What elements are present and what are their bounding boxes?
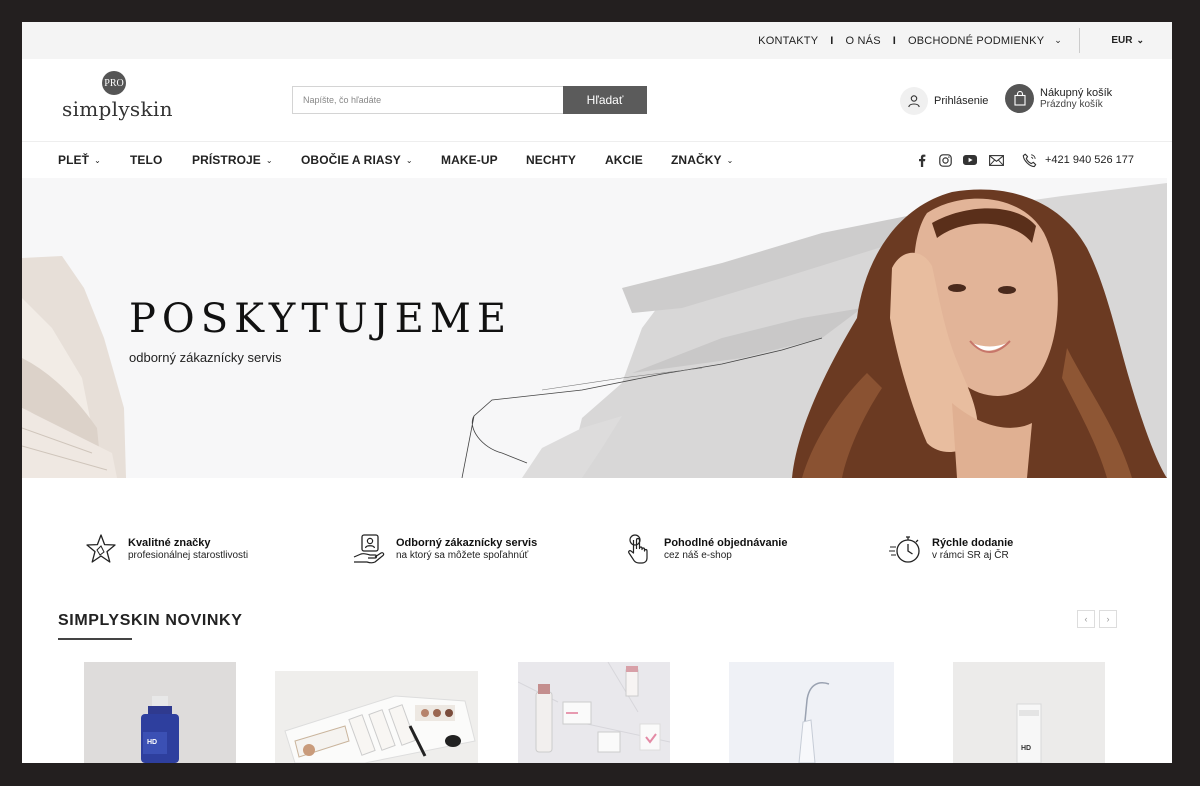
chevron-down-icon[interactable]: ⌄ [1054, 35, 1062, 46]
tap-hand-icon [628, 534, 648, 564]
currency-selector[interactable]: EUR ⌄ [1111, 22, 1144, 59]
cart-status: Prázdny košík [1040, 98, 1103, 110]
product-card[interactable]: HD [84, 662, 236, 763]
product-label: HD [1021, 745, 1031, 752]
main-nav: PLEŤ ⌄ TELO PRÍSTROJE ⌄ OBOČIE A RIASY ⌄ MA… [22, 141, 1172, 178]
product-card[interactable] [275, 671, 478, 763]
feature-item: Odborný zákaznícky servis na ktorý sa mô… [353, 533, 537, 565]
currency-label: EUR [1111, 35, 1133, 46]
feature-title: Pohodlné objednávanie [664, 536, 788, 549]
nav-item-akcie[interactable]: AKCIE [605, 142, 643, 178]
search-input[interactable] [292, 86, 564, 114]
feature-desc: v rámci SR aj ČR [932, 549, 1009, 561]
chevron-down-icon: ⌄ [94, 155, 101, 165]
top-links: KONTAKTY I O NÁS I OBCHODNÉ PODMIENKY ⌄ [758, 22, 1062, 59]
feature-title: Rýchle dodanie [932, 536, 1014, 549]
support-hand-icon [353, 534, 385, 564]
product-flatlay-image [518, 662, 670, 763]
feature-title: Kvalitné značky [128, 536, 211, 549]
feature-text: Kvalitné značky profesionálnej starostli… [128, 537, 248, 562]
feature-item: Rýchle dodanie v rámci SR aj ČR [889, 533, 1013, 565]
hero-title: POSKYTUJEME [129, 296, 513, 342]
star-icon [86, 534, 116, 563]
login-link[interactable]: Prihlásenie [900, 87, 988, 115]
feature-desc: cez náš e-shop [664, 549, 732, 561]
product-card[interactable]: HD [953, 662, 1105, 763]
link-kontakty[interactable]: KONTAKTY [758, 35, 818, 47]
feature-item: Pohodlné objednávanie cez náš e-shop [621, 533, 787, 565]
separator: I [892, 34, 897, 47]
product-card[interactable] [518, 662, 670, 763]
chevron-down-icon: ⌄ [726, 155, 734, 165]
link-o-nas[interactable]: O NÁS [846, 35, 881, 47]
phone-icon [1022, 153, 1037, 167]
top-utility-bar: KONTAKTY I O NÁS I OBCHODNÉ PODMIENKY ⌄ … [22, 22, 1172, 59]
phone-link[interactable]: +421 940 526 177 [1022, 142, 1134, 178]
logo-badge[interactable]: PRO [102, 71, 126, 95]
nav-item-nechty[interactable]: NECHTY [526, 142, 576, 178]
nav-label: TELO [130, 153, 163, 167]
search-button[interactable]: Hľadať [563, 86, 647, 114]
cart-text: Nákupný košík Prázdny košík [1040, 87, 1112, 111]
instagram-icon[interactable] [939, 142, 952, 178]
mail-icon[interactable] [989, 142, 1004, 178]
nav-label: PRÍSTROJE [192, 153, 261, 167]
nav-label: OBOČIE A RIASY [301, 153, 401, 167]
feature-desc: profesionálnej starostlivosti [128, 549, 249, 561]
section-underline [58, 638, 132, 640]
feature-text: Pohodlné objednávanie cez náš e-shop [664, 537, 787, 562]
carousel-prev-button[interactable]: ‹ [1077, 610, 1095, 628]
site-header: PRO simplyskin Hľadať Prihlásenie Nákupn… [22, 59, 1172, 141]
nav-item-make-up[interactable]: MAKE-UP [441, 142, 498, 178]
nav-item-pristroje[interactable]: PRÍSTROJE ⌄ [192, 142, 273, 178]
cart-title: Nákupný košík [1040, 86, 1113, 99]
device-image [798, 682, 830, 763]
section-title: SIMPLYSKIN NOVINKY [58, 612, 243, 629]
product-set-image [284, 695, 476, 763]
shopping-bag-icon [1005, 84, 1034, 113]
nav-label: NECHTY [526, 153, 576, 167]
feature-desc: na ktorý sa môžete spoľahnúť [396, 549, 529, 561]
nav-label: ZNAČKY [671, 153, 722, 167]
nav-item-telo[interactable]: TELO [130, 142, 162, 178]
chevron-down-icon: ⌄ [265, 155, 273, 165]
user-icon [900, 87, 928, 115]
nav-item-obocie-a-riasy[interactable]: OBOČIE A RIASY ⌄ [301, 142, 413, 178]
feature-text: Rýchle dodanie v rámci SR aj ČR [932, 537, 1013, 562]
product-card[interactable] [729, 662, 894, 763]
nav-label: MAKE-UP [441, 153, 498, 167]
feature-text: Odborný zákaznícky servis na ktorý sa mô… [396, 537, 537, 562]
nav-label: PLEŤ [58, 153, 90, 167]
login-label: Prihlásenie [934, 95, 989, 107]
youtube-icon[interactable] [963, 142, 977, 178]
product-label: HD [147, 739, 157, 746]
separator: I [830, 34, 834, 47]
nav-item-plet[interactable]: PLEŤ ⌄ [58, 142, 101, 178]
cart-link[interactable]: Nákupný košík Prázdny košík [1005, 84, 1112, 113]
feature-item: Kvalitné značky profesionálnej starostli… [85, 533, 248, 565]
facebook-icon[interactable] [918, 142, 926, 178]
phone-number: +421 940 526 177 [1045, 154, 1135, 166]
carousel-next-button[interactable]: › [1099, 610, 1117, 628]
link-obchodne-podmienky[interactable]: OBCHODNÉ PODMIENKY [908, 35, 1044, 47]
hero-subtitle: odborný zákaznícky servis [129, 350, 282, 365]
chevron-down-icon: ⌄ [1136, 35, 1144, 45]
feature-title: Odborný zákaznícky servis [396, 536, 538, 549]
divider [1079, 28, 1080, 53]
hero-banner[interactable]: POSKYTUJEME odborný zákaznícky servis [22, 178, 1167, 478]
nav-item-znacky[interactable]: ZNAČKY ⌄ [671, 142, 733, 178]
bottle-image: HD [1016, 703, 1042, 763]
nav-label: AKCIE [605, 153, 643, 167]
chevron-down-icon: ⌄ [405, 155, 413, 165]
logo[interactable]: simplyskin [62, 97, 173, 121]
stopwatch-icon [889, 536, 920, 563]
serum-bottle-image: HD [141, 696, 179, 763]
page-frame: KONTAKTY I O NÁS I OBCHODNÉ PODMIENKY ⌄ … [22, 22, 1172, 763]
